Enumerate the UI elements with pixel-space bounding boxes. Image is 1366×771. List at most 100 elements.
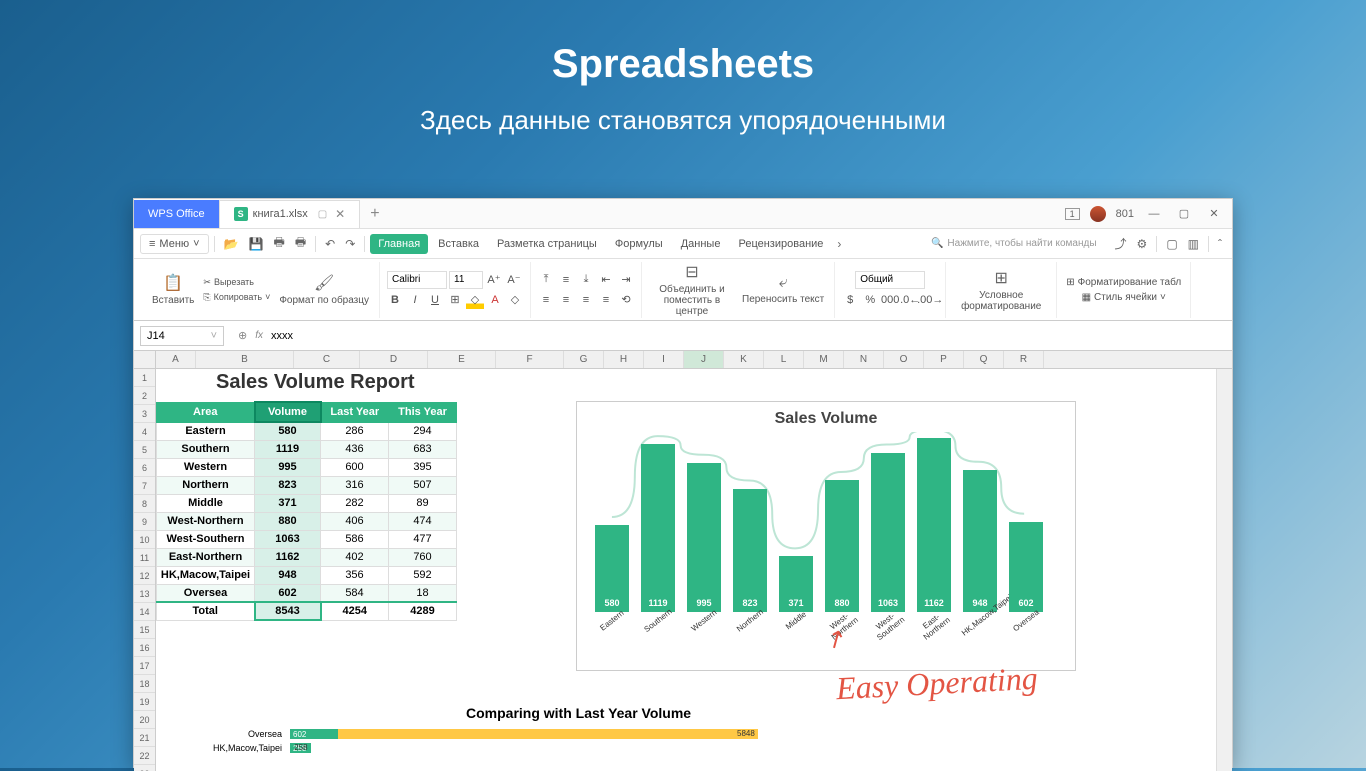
row-header[interactable]: 9	[134, 513, 155, 531]
redo-icon[interactable]: ↷	[341, 235, 359, 253]
open-icon[interactable]: 📂	[220, 235, 243, 253]
command-search[interactable]: 🔍 Нажмите, чтобы найти команды	[931, 238, 1097, 249]
table-row[interactable]: Western995600395	[157, 458, 457, 476]
row-header[interactable]: 17	[134, 657, 155, 675]
number-format-select[interactable]	[855, 271, 925, 289]
row-header[interactable]: 10	[134, 531, 155, 549]
chart-bar[interactable]: 1063	[871, 453, 905, 612]
row-header[interactable]: 21	[134, 729, 155, 747]
merge-center-button[interactable]: ⊟ Объединить и поместить в центре	[648, 260, 736, 319]
align-top-icon[interactable]: ⤒	[537, 271, 555, 289]
row-header[interactable]: 4	[134, 423, 155, 441]
italic-button[interactable]: I	[406, 291, 424, 309]
column-header[interactable]: N	[844, 351, 884, 368]
column-header[interactable]: P	[924, 351, 964, 368]
row-header[interactable]: 14	[134, 603, 155, 621]
table-row[interactable]: Southern1119436683	[157, 440, 457, 458]
decrease-font-icon[interactable]: A⁻	[505, 271, 523, 289]
column-header[interactable]: L	[764, 351, 804, 368]
settings-icon[interactable]: ⚙	[1133, 235, 1152, 253]
formula-input[interactable]: xxxx	[271, 330, 293, 342]
row-header[interactable]: 16	[134, 639, 155, 657]
copy-button[interactable]: ⎘ Копировать ˅	[200, 291, 273, 304]
column-header[interactable]: A	[156, 351, 196, 368]
comma-icon[interactable]: 000	[881, 291, 899, 309]
row-header[interactable]: 5	[134, 441, 155, 459]
chart-bar[interactable]: 371	[779, 556, 813, 612]
row-header[interactable]: 8	[134, 495, 155, 513]
zoom-icon[interactable]: ⊕	[238, 329, 247, 342]
row-header[interactable]: 6	[134, 459, 155, 477]
print-preview-icon[interactable]: 🖶	[291, 231, 310, 256]
align-right-icon[interactable]: ≡	[577, 291, 595, 309]
compare-chart[interactable]: Oversea6025848HK,Macow,Taipei258258	[196, 727, 758, 755]
minimize-button[interactable]: —	[1144, 208, 1164, 220]
table-row[interactable]: Oversea60258418	[157, 584, 457, 602]
table-row[interactable]: West-Northern880406474	[157, 512, 457, 530]
font-family-select[interactable]	[387, 271, 447, 289]
print-icon[interactable]: 🖶	[270, 231, 289, 256]
column-header[interactable]: D	[360, 351, 428, 368]
table-row[interactable]: Eastern580286294	[157, 422, 457, 440]
column-header[interactable]: F	[496, 351, 564, 368]
new-tab-button[interactable]: +	[360, 205, 389, 223]
orientation-icon[interactable]: ⟲	[617, 291, 635, 309]
table-row[interactable]: East-Northern1162402760	[157, 548, 457, 566]
cut-button[interactable]: ✂ Вырезать	[200, 276, 273, 289]
spreadsheet-grid[interactable]: ABCDEFGHIJKLMNOPQR 123456789101112131415…	[134, 351, 1232, 771]
column-header[interactable]: R	[1004, 351, 1044, 368]
tab-formulas[interactable]: Формулы	[607, 234, 671, 254]
format-table-button[interactable]: ⊞ Форматирование табл	[1063, 276, 1184, 289]
align-middle-icon[interactable]: ≡	[557, 271, 575, 289]
column-header[interactable]: Q	[964, 351, 1004, 368]
clear-format-button[interactable]: ◇	[506, 291, 524, 309]
wrap-text-button[interactable]: ⤶ Переносить текст	[738, 272, 828, 307]
format-painter-button[interactable]: 🖌 Формат по образцу	[275, 271, 373, 308]
chart-bar[interactable]: 1119	[641, 444, 675, 612]
undo-icon[interactable]: ↶	[321, 235, 339, 253]
chart-bar[interactable]: 948	[963, 470, 997, 612]
chart-bar[interactable]: 1162	[917, 438, 951, 612]
justify-icon[interactable]: ≡	[597, 291, 615, 309]
align-center-icon[interactable]: ≡	[557, 291, 575, 309]
tab-data[interactable]: Данные	[673, 234, 729, 254]
total-row[interactable]: Total854342544289	[157, 602, 457, 620]
row-header[interactable]: 18	[134, 675, 155, 693]
row-header[interactable]: 7	[134, 477, 155, 495]
more-tabs-icon[interactable]: ›	[833, 235, 845, 253]
conditional-formatting-button[interactable]: ⊞ Условное форматирование	[952, 266, 1050, 314]
tab-insert[interactable]: Вставка	[430, 234, 487, 254]
document-tab[interactable]: S книга1.xlsx ▢ ✕	[219, 200, 361, 228]
view-icon[interactable]: ▢	[1162, 235, 1181, 253]
row-header[interactable]: 22	[134, 747, 155, 765]
tab-home[interactable]: Главная	[370, 234, 428, 254]
row-header[interactable]: 15	[134, 621, 155, 639]
tab-close-icon[interactable]: ✕	[335, 207, 345, 221]
save-icon[interactable]: 💾	[245, 235, 268, 253]
indent-right-icon[interactable]: ⇥	[617, 271, 635, 289]
column-header[interactable]: E	[428, 351, 496, 368]
font-size-select[interactable]	[449, 271, 483, 289]
row-header[interactable]: 11	[134, 549, 155, 567]
column-header[interactable]: G	[564, 351, 604, 368]
row-header[interactable]: 3	[134, 405, 155, 423]
row-header[interactable]: 23	[134, 765, 155, 771]
tab-review[interactable]: Рецензирование	[730, 234, 831, 254]
badge-count[interactable]: 1	[1065, 208, 1080, 220]
column-header[interactable]: J	[684, 351, 724, 368]
column-header[interactable]: M	[804, 351, 844, 368]
row-header[interactable]: 2	[134, 387, 155, 405]
maximize-button[interactable]: ▢	[1174, 207, 1194, 220]
row-header[interactable]: 13	[134, 585, 155, 603]
data-table[interactable]: AreaVolumeLast YearThis YearEastern58028…	[156, 401, 457, 621]
font-color-button[interactable]: A	[486, 291, 504, 309]
column-header[interactable]: I	[644, 351, 684, 368]
chart-bar[interactable]: 880	[825, 480, 859, 612]
increase-font-icon[interactable]: A⁺	[485, 271, 503, 289]
menu-button[interactable]: ≡ Меню ˅	[140, 234, 209, 254]
user-avatar[interactable]	[1090, 206, 1106, 222]
column-header[interactable]: C	[294, 351, 360, 368]
vertical-scrollbar[interactable]	[1216, 369, 1232, 771]
fx-icon[interactable]: fx	[255, 330, 263, 341]
collapse-ribbon-icon[interactable]: ˆ	[1214, 235, 1226, 253]
